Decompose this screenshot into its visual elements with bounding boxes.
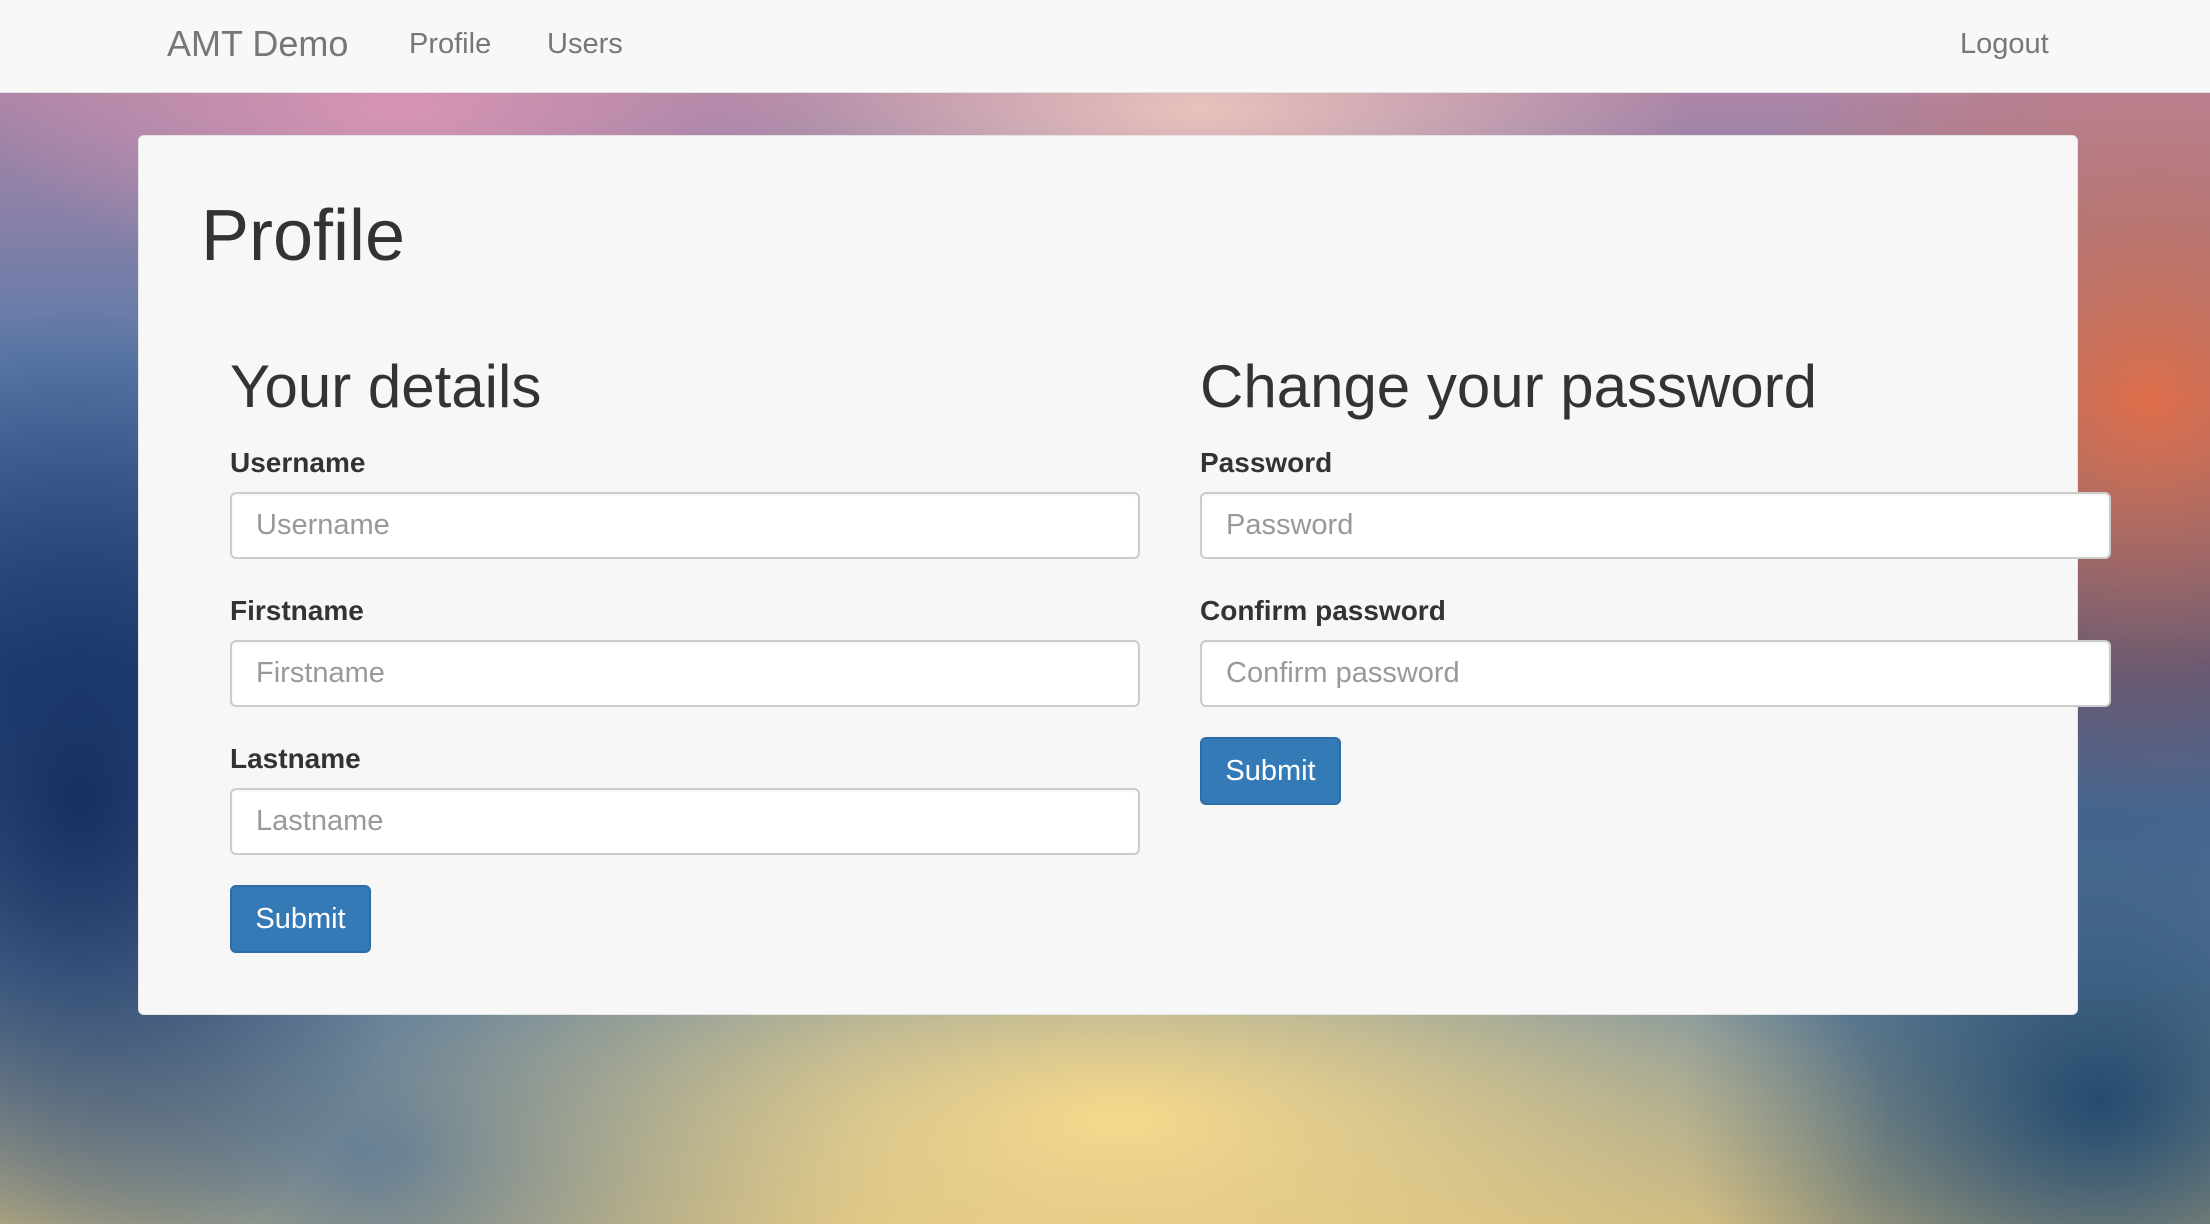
firstname-input[interactable] [230,640,1140,707]
nav-link-profile[interactable]: Profile [409,26,491,62]
username-input[interactable] [230,492,1140,559]
password-form-title: Change your password [1200,353,1818,420]
details-submit-button[interactable]: Submit [230,885,371,953]
confirm-password-input[interactable] [1200,640,2111,707]
logout-link[interactable]: Logout [1960,26,2049,62]
password-submit-button[interactable]: Submit [1200,737,1341,805]
password-input[interactable] [1200,492,2111,559]
password-label: Password [1200,447,1333,478]
username-label: Username [230,447,366,478]
nav-link-users[interactable]: Users [547,26,623,62]
details-form-title: Your details [230,353,542,420]
lastname-label: Lastname [230,743,361,774]
confirm-password-label: Confirm password [1200,595,1446,626]
page-title: Profile [201,196,406,276]
top-navbar: AMT Demo Profile Users Logout [0,0,2210,93]
lastname-input[interactable] [230,788,1140,855]
firstname-label: Firstname [230,595,364,626]
brand-link[interactable]: AMT Demo [167,22,348,66]
profile-card: Profile Your details Username Firstname … [138,135,2111,1015]
